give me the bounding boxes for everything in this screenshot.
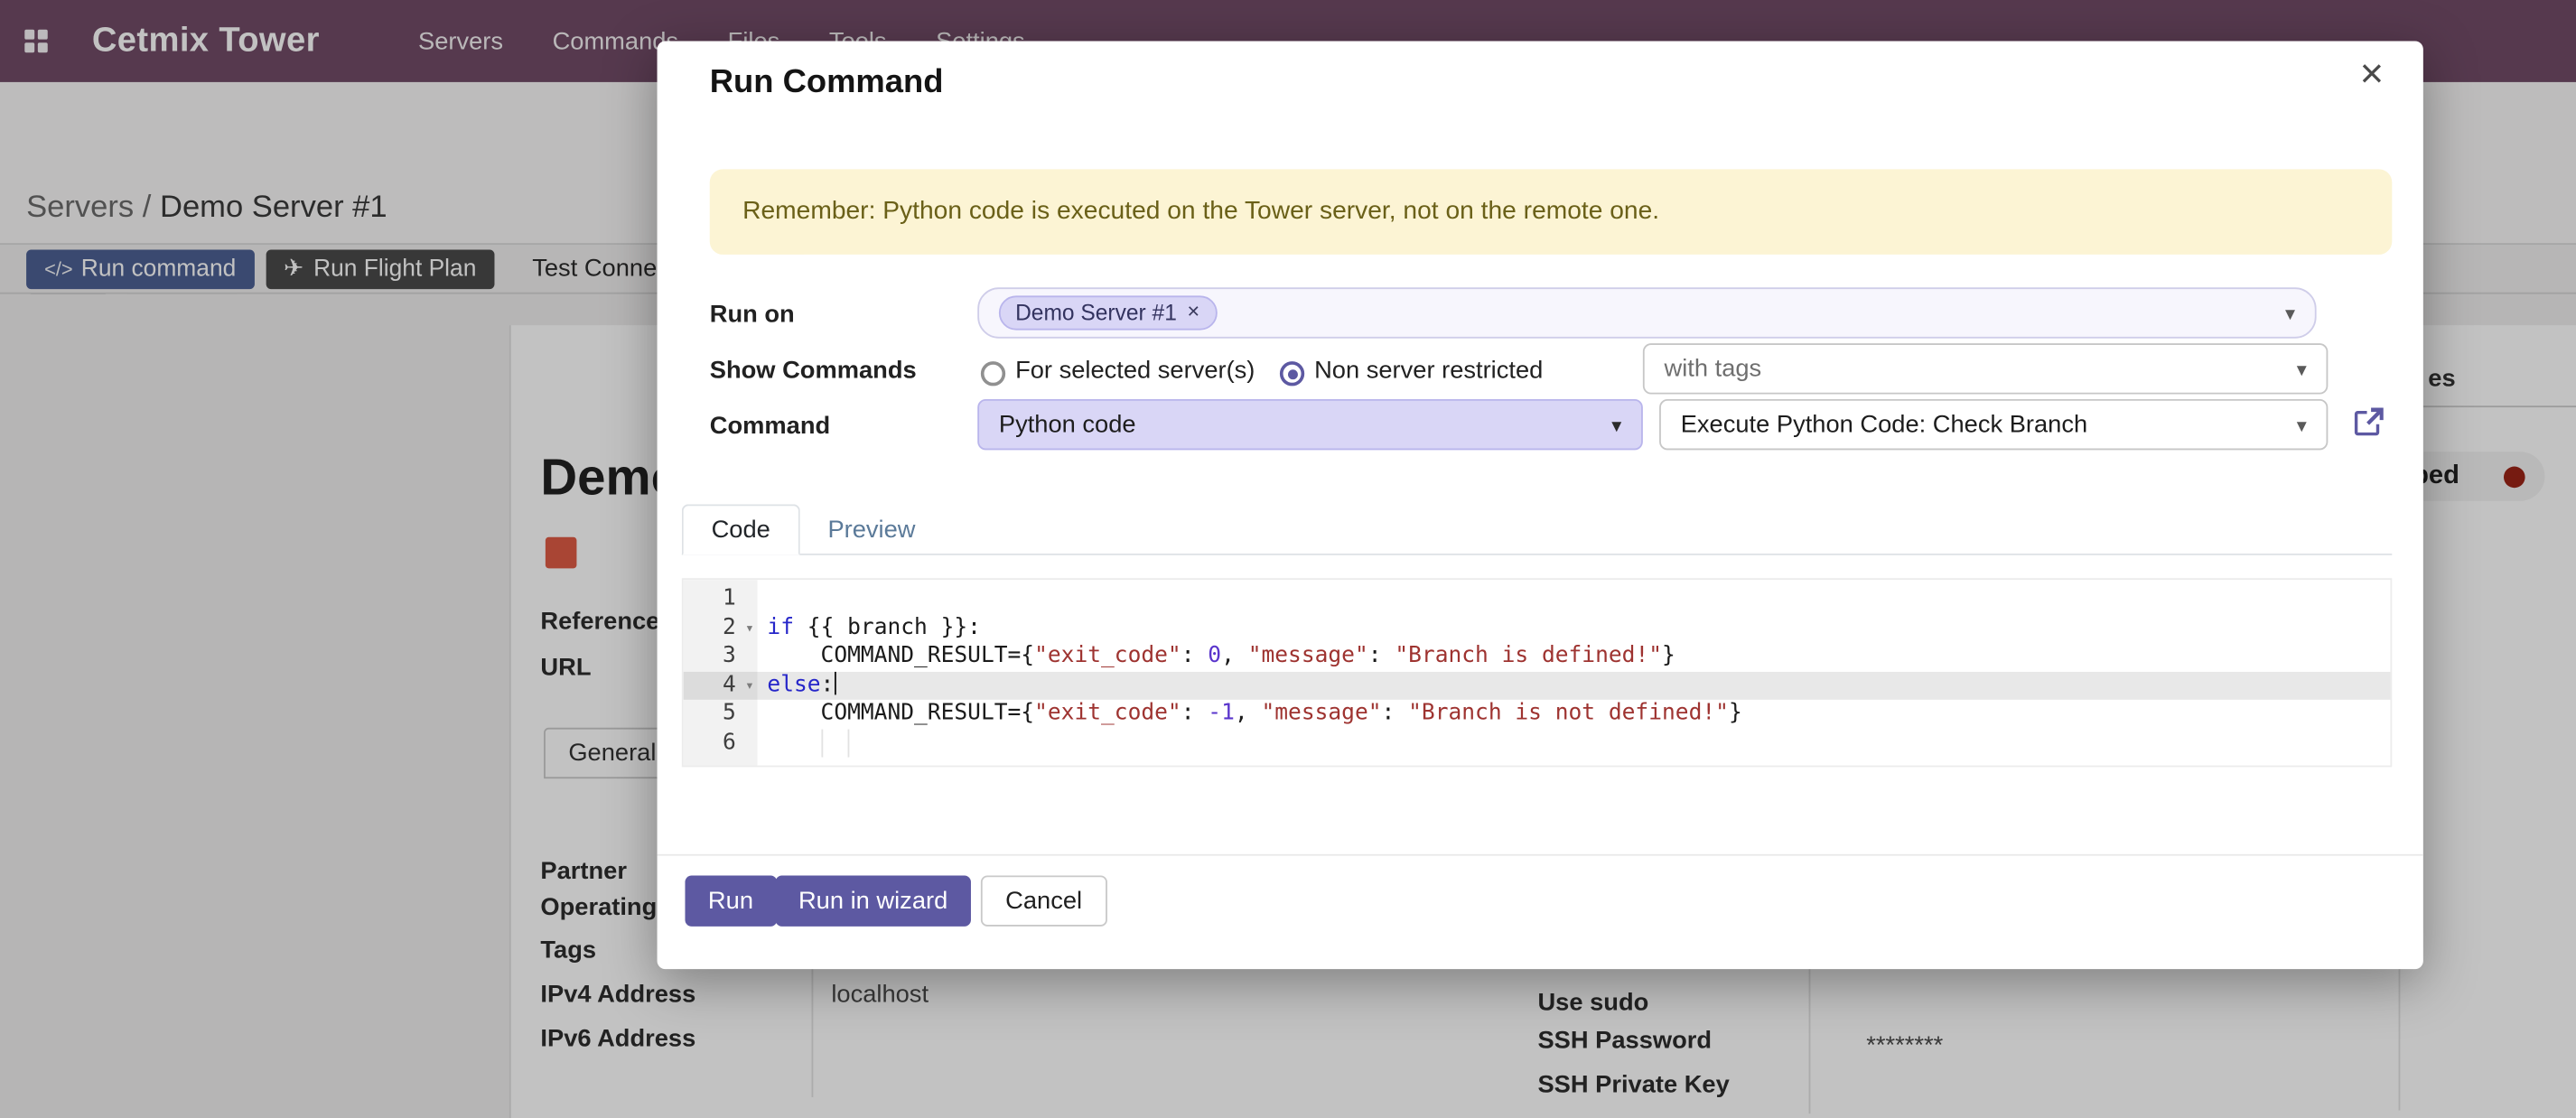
code-line-3[interactable]: COMMAND_RESULT={"exit_code": 0, "message… <box>767 642 2390 671</box>
radio-for-selected-servers-label[interactable]: For selected server(s) <box>1015 357 1255 385</box>
command-select[interactable]: Execute Python Code: Check Branch ▾ <box>1659 399 2328 450</box>
remove-tag-icon[interactable]: ✕ <box>1187 303 1200 321</box>
radio-non-server-restricted[interactable] <box>1280 361 1304 386</box>
screen: Cetmix Tower ServersCommandsFilesToolsSe… <box>0 0 2576 1118</box>
with-tags-select[interactable]: with tags ▾ <box>1643 343 2328 394</box>
code-line-4[interactable]: else: <box>758 671 2391 700</box>
command-type-value: Python code <box>999 411 1136 439</box>
python-warning-alert: Remember: Python code is executed on the… <box>710 169 2393 255</box>
gutter-line-5: 5 <box>684 700 758 729</box>
code-line-6[interactable] <box>767 729 2390 758</box>
caret-down-icon: ▾ <box>2297 415 2307 434</box>
radio-for-selected-servers[interactable] <box>981 361 1005 386</box>
caret-down-icon: ▾ <box>1611 415 1621 434</box>
command-type-select[interactable]: Python code ▾ <box>977 399 1643 450</box>
run-in-wizard-button[interactable]: Run in wizard <box>776 875 971 926</box>
code-line-5[interactable]: COMMAND_RESULT={"exit_code": -1, "messag… <box>767 700 2390 729</box>
modal-tabs: Code Preview <box>682 504 2392 554</box>
fold-caret-icon[interactable]: ▾ <box>745 615 754 644</box>
external-link-icon[interactable] <box>2353 405 2385 446</box>
run-on-field[interactable]: Demo Server #1 ✕ ▾ <box>977 287 2316 338</box>
close-icon[interactable]: × <box>2360 54 2385 95</box>
text-cursor <box>834 671 836 694</box>
caret-down-icon: ▾ <box>2297 359 2307 378</box>
code-editor[interactable]: 12▾34▾56 if {{ branch }}: COMMAND_RESULT… <box>682 578 2392 767</box>
fold-caret-icon[interactable]: ▾ <box>745 673 754 702</box>
gutter-line-2: 2▾ <box>684 613 758 642</box>
editor-code[interactable]: if {{ branch }}: COMMAND_RESULT={"exit_c… <box>758 580 2391 766</box>
dialog-title: Run Command <box>710 64 944 102</box>
indent-guide <box>848 729 850 758</box>
with-tags-placeholder: with tags <box>1665 355 1762 383</box>
show-commands-label: Show Commands <box>710 357 917 385</box>
radio-non-server-restricted-label[interactable]: Non server restricted <box>1314 357 1543 385</box>
server-tag[interactable]: Demo Server #1 ✕ <box>999 295 1217 330</box>
tab-code[interactable]: Code <box>682 504 800 554</box>
cancel-button[interactable]: Cancel <box>981 875 1107 926</box>
run-command-dialog: Run Command × Remember: Python code is e… <box>658 41 2423 969</box>
command-label: Command <box>710 413 830 441</box>
run-on-label: Run on <box>710 301 795 329</box>
server-tag-label: Demo Server #1 <box>1015 301 1177 325</box>
editor-gutter: 12▾34▾56 <box>684 580 758 766</box>
caret-down-icon[interactable]: ▾ <box>2285 303 2295 323</box>
gutter-line-6: 6 <box>684 729 758 758</box>
gutter-line-4: 4▾ <box>684 671 758 700</box>
gutter-line-1: 1 <box>684 585 758 614</box>
command-value: Execute Python Code: Check Branch <box>1681 411 2087 439</box>
indent-guide <box>821 729 823 758</box>
code-line-1[interactable] <box>767 585 2390 614</box>
run-button[interactable]: Run <box>685 875 776 926</box>
footer-divider <box>658 854 2423 856</box>
code-line-2[interactable]: if {{ branch }}: <box>767 613 2390 642</box>
gutter-line-3: 3 <box>684 642 758 671</box>
tab-preview[interactable]: Preview <box>800 506 944 554</box>
